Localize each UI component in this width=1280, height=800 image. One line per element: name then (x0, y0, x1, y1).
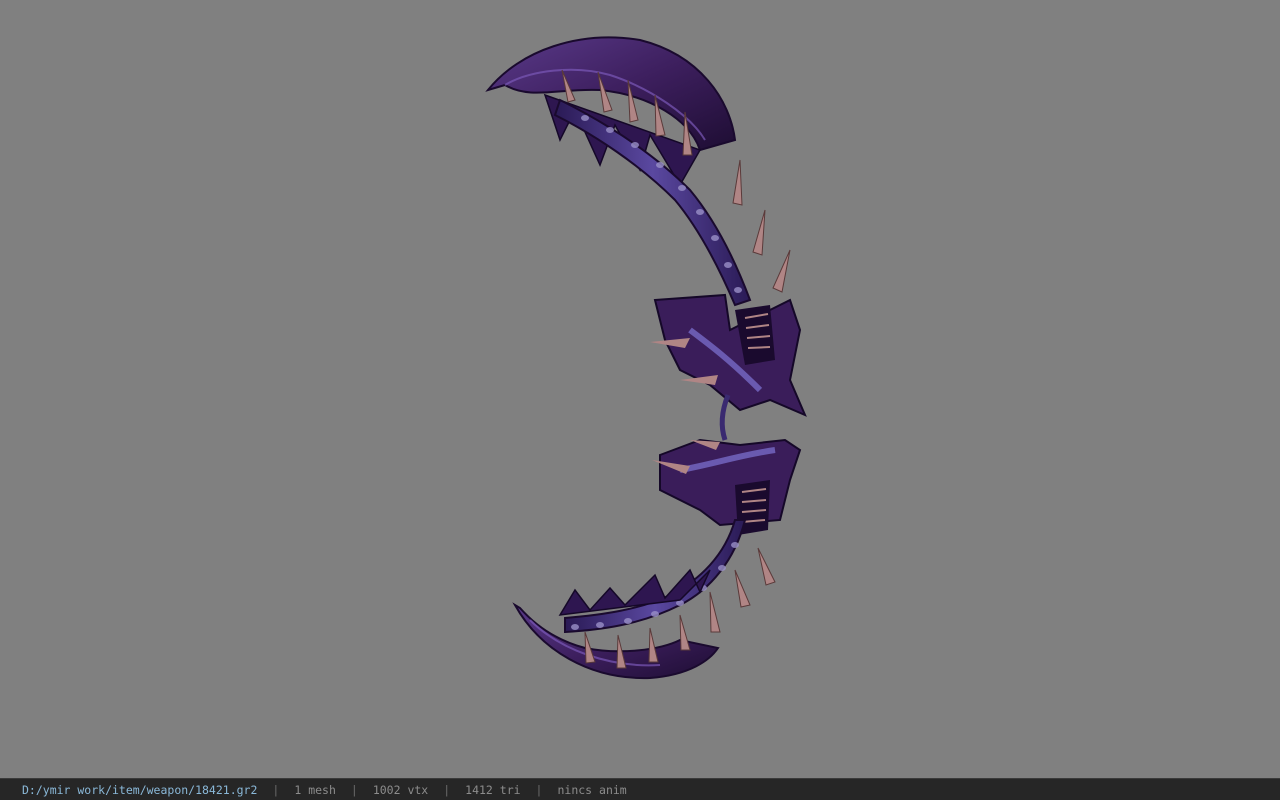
status-bar: D:/ymir work/item/weapon/18421.gr2 | 1 m… (0, 778, 1280, 800)
lower-guard (652, 438, 802, 535)
file-path: D:/ymir work/item/weapon/18421.gr2 (22, 782, 258, 797)
separator: | (535, 782, 543, 797)
upper-blade (485, 36, 737, 187)
separator: | (272, 782, 280, 797)
separator: | (443, 782, 451, 797)
vertex-count: 1002 vtx (372, 782, 429, 797)
weapon-model-preview (485, 36, 807, 680)
animation-status: nincs anim (557, 782, 627, 797)
separator: | (350, 782, 358, 797)
model-viewport[interactable] (0, 0, 1280, 778)
triangle-count: 1412 tri (465, 782, 521, 797)
grip-connector (719, 394, 731, 441)
mesh-count: 1 mesh (294, 782, 336, 797)
